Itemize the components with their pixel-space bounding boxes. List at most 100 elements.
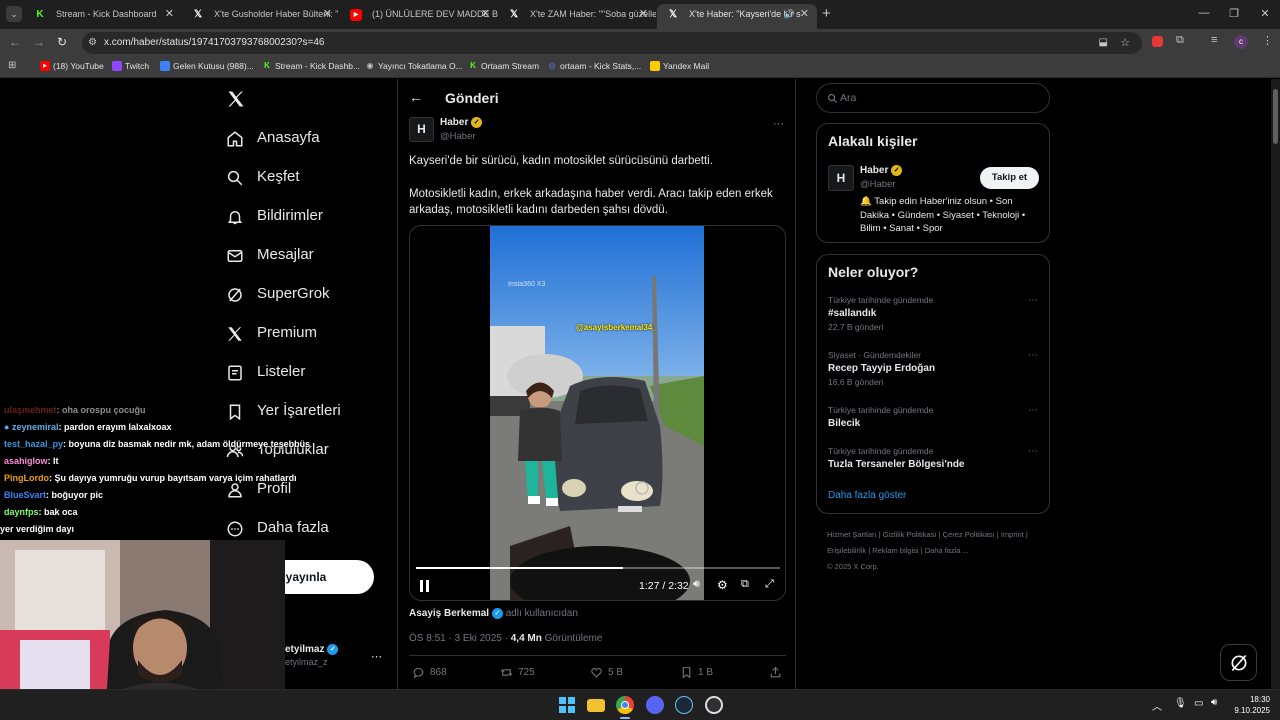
tab-search-button[interactable]: ⌄ — [6, 6, 22, 22]
extensions-icon[interactable]: ⧉ — [1176, 34, 1184, 47]
star-icon[interactable]: ☆ — [1120, 32, 1130, 54]
trend-item[interactable]: Siyaset · Gündemdekiler Recep Tayyip Erd… — [828, 350, 1038, 387]
reply-button[interactable]: 868 — [412, 666, 447, 679]
footer-link[interactable]: Hizmet Şartları — [827, 530, 877, 539]
volume-icon[interactable]: 🔊︎ — [693, 578, 700, 591]
close-icon[interactable]: ✕ — [323, 4, 332, 25]
x-logo-icon[interactable] — [226, 89, 246, 109]
pip-icon[interactable]: ⧉ — [741, 578, 749, 591]
author-name-row[interactable]: Haber ✓ — [440, 117, 483, 128]
close-window-icon[interactable]: ✕ — [1258, 7, 1272, 20]
nav-bookmarks[interactable]: Yer İşaretleri — [226, 397, 341, 425]
show-more-link[interactable]: Daha fazla göster — [828, 490, 906, 501]
repost-button[interactable]: 725 — [500, 666, 535, 679]
obs-icon[interactable] — [705, 696, 723, 714]
bookmark-tokatlama[interactable]: ◉ Yayıncı Tokatlama O... — [365, 61, 463, 71]
nav-messages[interactable]: Mesajlar — [226, 241, 314, 269]
address-bar[interactable]: ⚙ x.com/haber/status/1974170379376800230… — [82, 32, 1142, 54]
trend-item[interactable]: Türkiye tarihinde gündemde Tuzla Tersane… — [828, 446, 1038, 470]
trend-more-icon[interactable]: ⋯ — [1028, 295, 1038, 306]
volume-tray-icon[interactable]: 🔊︎ — [1211, 697, 1217, 708]
video-player[interactable]: Insta360 X3 @asayisberkemal34_ 1:27 / 2:… — [409, 225, 786, 601]
search-input[interactable]: Ara — [816, 83, 1050, 113]
browser-tab-kick[interactable]: K Stream - Kick Dashboard ✕ — [24, 4, 182, 29]
mic-icon[interactable]: 🎙︎ — [1174, 698, 1187, 709]
browser-tab-x-2[interactable]: 𝕏 X'te ZAM Haber: ""Soba güzelle ✕ — [498, 4, 656, 29]
video-source[interactable]: Asayiş Berkemal ✓ adlı kullanıcıdan — [409, 608, 578, 619]
speaker-icon[interactable]: 🔊 — [784, 4, 795, 25]
bookmark-ortaam-stream[interactable]: K Ortaam Stream — [468, 61, 539, 71]
nav-more[interactable]: Daha fazla — [226, 514, 329, 542]
post-more-icon[interactable]: ⋯ — [773, 117, 784, 130]
trend-more-icon[interactable]: ⋯ — [1028, 446, 1038, 457]
grok-floating-button[interactable] — [1220, 644, 1257, 681]
steam-icon[interactable] — [675, 696, 693, 714]
settings-icon[interactable]: ⚙ — [717, 578, 728, 592]
footer-link[interactable]: Erişilebilirlik — [827, 546, 866, 555]
install-app-icon[interactable]: ⬓ — [1099, 32, 1108, 54]
close-icon[interactable]: ✕ — [639, 4, 648, 25]
nav-explore[interactable]: Keşfet — [226, 163, 300, 191]
page-scrollbar[interactable] — [1271, 79, 1280, 689]
minimize-icon[interactable]: — — [1197, 7, 1211, 19]
author-avatar[interactable]: H — [409, 117, 434, 142]
close-icon[interactable]: ✕ — [481, 4, 490, 25]
media-control-icon[interactable]: ≡ — [1211, 34, 1217, 46]
account-more-icon[interactable]: ⋯ — [371, 650, 382, 663]
footer-link[interactable]: Daha fazla ... — [925, 546, 969, 555]
scrollbar-thumb[interactable] — [1273, 89, 1278, 144]
video-progress-track[interactable] — [416, 567, 780, 569]
file-explorer-icon[interactable] — [587, 699, 605, 712]
bookmark-twitch[interactable]: Twitch — [112, 61, 149, 71]
fullscreen-icon[interactable]: ⤢ — [765, 578, 774, 591]
footer-link[interactable]: Imprint — [1001, 530, 1024, 539]
restore-icon[interactable]: ❐ — [1227, 7, 1241, 20]
pause-icon[interactable] — [420, 580, 430, 592]
system-clock[interactable]: 18:30 9.10.2025 — [1230, 694, 1270, 716]
bookmark-yandex[interactable]: Yandex Mail — [650, 61, 709, 71]
browser-tab-x-active[interactable]: 𝕏 X'te Haber: "Kayseri'de bir s 🔊 ✕ — [657, 4, 817, 29]
trend-item[interactable]: Türkiye tarihinde gündemde #sallandık 22… — [828, 295, 1038, 332]
trend-more-icon[interactable]: ⋯ — [1028, 350, 1038, 361]
share-button[interactable] — [769, 666, 787, 679]
like-button[interactable]: 5 B — [590, 666, 623, 679]
browser-tab-x-1[interactable]: 𝕏 X'te Gusholder Haber Bülteni: " ✕ — [182, 4, 340, 29]
footer-link[interactable]: Çerez Politikası — [943, 530, 995, 539]
footer-link[interactable]: Gizlilik Politikası — [883, 530, 937, 539]
nav-notifications[interactable]: Bildirimler — [226, 202, 323, 230]
menu-icon[interactable]: ⋮ — [1262, 34, 1273, 47]
close-icon[interactable]: ✕ — [800, 4, 809, 25]
nav-home[interactable]: Anasayfa — [226, 124, 320, 152]
author-handle[interactable]: @Haber — [440, 131, 476, 142]
discord-icon[interactable] — [646, 696, 664, 714]
new-tab-button[interactable]: + — [822, 5, 831, 22]
close-icon[interactable]: ✕ — [165, 4, 174, 25]
back-icon[interactable]: ← — [9, 35, 21, 49]
bookmark-kick-dashboard[interactable]: K Stream - Kick Dashb... — [262, 61, 360, 71]
forward-icon[interactable]: → — [33, 35, 45, 49]
nav-premium[interactable]: Premium — [226, 319, 317, 347]
tray-chevron-icon[interactable]: ︿ — [1152, 698, 1162, 713]
profile-avatar[interactable]: c — [1234, 35, 1248, 49]
chrome-icon[interactable] — [616, 696, 634, 714]
windows-start-icon[interactable] — [558, 696, 576, 714]
display-icon[interactable]: ▭ — [1194, 698, 1203, 709]
apps-icon[interactable]: ⊞ — [8, 60, 16, 71]
extension-red-icon[interactable] — [1152, 36, 1163, 47]
reload-icon[interactable]: ↻ — [57, 35, 67, 49]
browser-tab-youtube[interactable]: ▶ (1) ÜNLÜLERE DEV MADDE BA ✕ — [340, 4, 498, 29]
bookmark-button[interactable]: 1 B — [680, 666, 713, 679]
related-avatar[interactable]: H — [828, 165, 854, 191]
follow-button[interactable]: Takip et — [980, 167, 1039, 189]
nav-supergrok[interactable]: SuperGrok — [226, 280, 330, 308]
related-name-row[interactable]: Haber ✓ — [860, 165, 903, 176]
back-arrow-icon[interactable]: ← — [409, 89, 423, 105]
bookmark-youtube[interactable]: ▶ (18) YouTube — [40, 61, 104, 71]
site-info-icon[interactable]: ⚙ — [88, 32, 97, 54]
nav-lists[interactable]: Listeler — [226, 358, 305, 386]
account-switcher[interactable]: etyilmaz ✓ etyilmaz_z ⋯ — [285, 644, 385, 674]
footer-link[interactable]: Reklam bilgisi — [872, 546, 918, 555]
trend-item[interactable]: Türkiye tarihinde gündemde Bilecik ⋯ — [828, 405, 1038, 429]
bookmark-inbox[interactable]: Gelen Kutusu (988)... — [160, 61, 254, 71]
bookmark-kick-stats[interactable]: ◎ ortaam - Kick Stats,... — [547, 61, 642, 71]
